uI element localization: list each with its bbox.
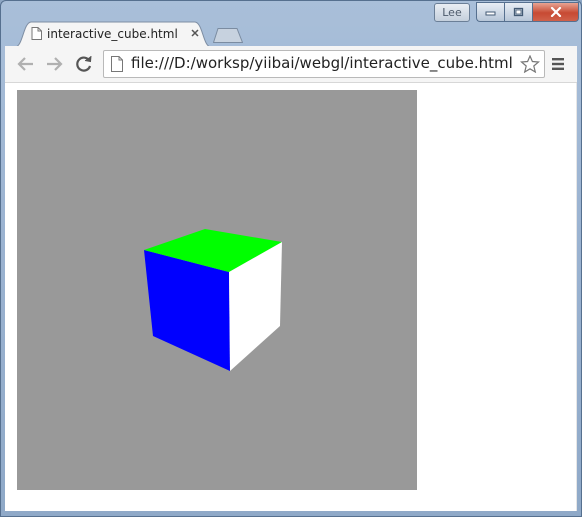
hamburger-menu-icon[interactable] <box>552 58 564 70</box>
tab-interactive-cube[interactable]: interactive_cube.html <box>15 21 211 47</box>
webgl-canvas[interactable] <box>17 90 417 490</box>
profile-badge[interactable]: Lee <box>434 3 470 22</box>
close-window-button[interactable] <box>532 2 579 22</box>
page-icon <box>111 56 123 72</box>
restore-icon <box>513 7 524 17</box>
arrow-right-icon[interactable] <box>45 55 63 73</box>
arrow-left-icon[interactable] <box>17 55 35 73</box>
tab-title: interactive_cube.html <box>47 27 178 41</box>
maximize-button[interactable] <box>504 2 532 22</box>
minimize-icon <box>485 11 496 16</box>
browser-toolbar: file:///D:/worksp/yiibai/webgl/interacti… <box>5 46 577 83</box>
browser-window: Lee interactive_cube.html file:///D:/wor… <box>0 0 582 517</box>
star-icon[interactable] <box>520 55 540 73</box>
window-controls <box>476 2 579 22</box>
close-icon <box>550 7 561 17</box>
reload-icon[interactable] <box>75 55 93 73</box>
page-icon <box>31 27 42 40</box>
new-tab-button[interactable] <box>213 28 243 43</box>
address-bar[interactable]: file:///D:/worksp/yiibai/webgl/interacti… <box>103 50 545 78</box>
close-tab-icon[interactable] <box>190 28 200 38</box>
page-viewport <box>5 83 577 511</box>
viewport-edge <box>576 83 577 511</box>
url-text[interactable]: file:///D:/worksp/yiibai/webgl/interacti… <box>131 54 519 72</box>
minimize-button[interactable] <box>476 2 504 22</box>
